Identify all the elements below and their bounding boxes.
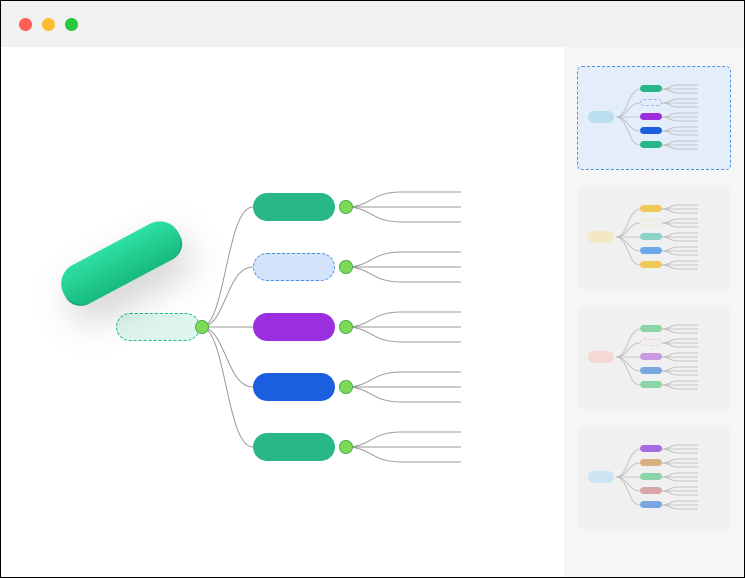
- window-titlebar: [1, 1, 744, 47]
- app-window: [0, 0, 745, 578]
- theme-branch-swatch: [640, 233, 662, 240]
- branch-connector-icon[interactable]: [339, 380, 353, 394]
- theme-branch-swatch: [640, 353, 662, 360]
- theme-branch-swatch: [640, 325, 662, 332]
- branch-node[interactable]: [253, 253, 335, 281]
- theme-branch-swatch: [640, 261, 662, 268]
- theme-branch-swatch: [640, 127, 662, 134]
- minimize-icon[interactable]: [42, 18, 55, 31]
- close-icon[interactable]: [19, 18, 32, 31]
- branch-connector-icon[interactable]: [339, 200, 353, 214]
- theme-branch-swatch: [640, 219, 662, 226]
- theme-option[interactable]: [578, 67, 730, 169]
- theme-branch-swatch: [640, 501, 662, 508]
- content-area: [1, 47, 744, 577]
- branch-connector-icon[interactable]: [339, 260, 353, 274]
- theme-branch-swatch: [640, 85, 662, 92]
- branch-node[interactable]: [253, 193, 335, 221]
- zoom-icon[interactable]: [65, 18, 78, 31]
- theme-branch-swatch: [640, 367, 662, 374]
- branch-connector-icon[interactable]: [339, 440, 353, 454]
- branch-node[interactable]: [253, 313, 335, 341]
- theme-branch-swatch: [640, 141, 662, 148]
- root-connector-icon[interactable]: [195, 320, 209, 334]
- branch-node[interactable]: [253, 373, 335, 401]
- theme-branch-swatch: [640, 381, 662, 388]
- theme-branch-swatch: [640, 473, 662, 480]
- branch-node[interactable]: [253, 433, 335, 461]
- theme-branch-swatch: [640, 487, 662, 494]
- theme-branch-swatch: [640, 205, 662, 212]
- theme-option[interactable]: [578, 307, 730, 409]
- root-node[interactable]: [54, 214, 189, 312]
- theme-branch-swatch: [640, 459, 662, 466]
- theme-branch-swatch: [640, 247, 662, 254]
- theme-branch-swatch: [640, 445, 662, 452]
- theme-panel: [564, 47, 744, 577]
- branch-connector-icon[interactable]: [339, 320, 353, 334]
- theme-branch-swatch: [640, 99, 662, 106]
- connector-lines: [1, 47, 566, 577]
- theme-option[interactable]: [578, 187, 730, 289]
- theme-branch-swatch: [640, 113, 662, 120]
- root-node-ghost[interactable]: [116, 313, 200, 341]
- mindmap-canvas[interactable]: [1, 47, 564, 577]
- theme-option[interactable]: [578, 427, 730, 529]
- theme-branch-swatch: [640, 339, 662, 346]
